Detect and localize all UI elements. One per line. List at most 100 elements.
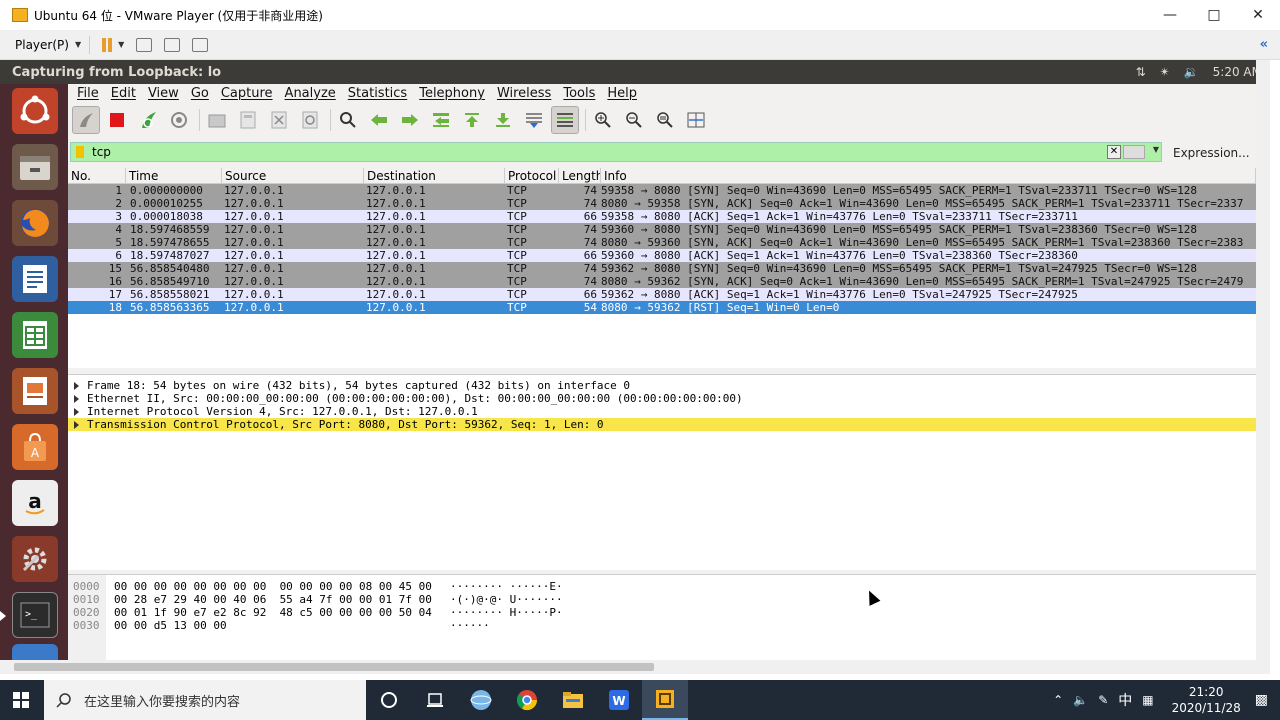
display-filter-bar[interactable]: tcp ✕ ▼ — [70, 142, 1162, 162]
menu-item-edit[interactable]: Edit — [111, 86, 136, 101]
packet-row[interactable]: 6 18.597487027 127.0.0.1 127.0.0.1 TCP 66 5936… — [68, 249, 1256, 262]
resize-columns-icon[interactable] — [682, 106, 710, 134]
menu-item-telephony[interactable]: Telephony — [419, 86, 485, 101]
amazon-icon[interactable]: a — [12, 480, 58, 526]
software-center-icon[interactable]: A — [12, 424, 58, 470]
packet-row[interactable]: 1 0.000000000 127.0.0.1 127.0.0.1 TCP 74 59358… — [68, 184, 1256, 197]
volume-icon[interactable]: 🔈 — [1073, 693, 1088, 707]
chrome-icon[interactable] — [504, 680, 550, 720]
unity-icon[interactable] — [192, 37, 209, 52]
chevron-down-icon[interactable]: ▼ — [1153, 145, 1159, 154]
column-header-destination[interactable]: Destination — [364, 168, 505, 183]
fullscreen-icon[interactable] — [164, 37, 181, 52]
system-settings-icon[interactable] — [12, 536, 58, 582]
packet-row[interactable]: 2 0.000010255 127.0.0.1 127.0.0.1 TCP 74 8080 … — [68, 197, 1256, 210]
pause-icon[interactable] — [102, 37, 113, 52]
horizontal-scrollbar[interactable] — [0, 660, 1270, 674]
menu-item-go[interactable]: Go — [191, 86, 209, 101]
apply-filter-icon[interactable] — [1123, 145, 1145, 159]
normal-size-icon[interactable] — [651, 106, 679, 134]
writer-icon[interactable] — [12, 256, 58, 302]
pen-icon[interactable]: ✎ — [1098, 693, 1108, 707]
player-menu-button[interactable]: Player(P) — [15, 38, 69, 52]
menu-item-file[interactable]: File — [77, 86, 99, 101]
zoom-out-icon[interactable] — [620, 106, 648, 134]
calc-icon[interactable] — [12, 312, 58, 358]
hex-ascii[interactable]: ·(·)@·@· U······· — [450, 593, 563, 606]
taskbar-search[interactable]: 在这里输入你要搜索的内容 — [44, 680, 366, 720]
expand-arrow-icon[interactable] — [74, 394, 79, 403]
start-capture-icon[interactable] — [72, 106, 100, 134]
menu-item-help[interactable]: Help — [607, 86, 637, 101]
column-header-no[interactable]: No. — [68, 168, 126, 183]
restart-capture-icon[interactable] — [134, 106, 162, 134]
last-packet-icon[interactable] — [489, 106, 517, 134]
clear-filter-icon[interactable]: ✕ — [1107, 145, 1121, 159]
detail-tree-item[interactable]: Ethernet II, Src: 00:00:00_00:00:00 (00:… — [68, 392, 1256, 405]
taskbar-clock[interactable]: 21:20 2020/11/28 — [1172, 684, 1241, 716]
vertical-scrollbar[interactable] — [1256, 60, 1270, 660]
ime-indicator[interactable]: 中 — [1118, 690, 1132, 710]
detail-tree-item[interactable]: Transmission Control Protocol, Src Port:… — [68, 418, 1256, 431]
go-back-icon[interactable] — [365, 106, 393, 134]
wireshark-launcher-icon[interactable] — [12, 644, 58, 660]
chevron-down-icon[interactable]: ▼ — [118, 40, 124, 49]
hex-ascii[interactable]: ········ ······E· — [450, 580, 563, 593]
impress-icon[interactable] — [12, 368, 58, 414]
minimize-icon[interactable]: — — [1148, 0, 1192, 30]
windows-start-icon[interactable] — [0, 680, 42, 720]
dash-home-icon[interactable] — [12, 88, 58, 134]
vmware-taskbar-icon[interactable] — [642, 680, 688, 720]
browser-icon[interactable] — [458, 680, 504, 720]
panel-clock[interactable]: 5:20 AM — [1213, 65, 1262, 79]
colorize-icon[interactable] — [551, 106, 579, 134]
packet-row[interactable]: 18 56.858563365 127.0.0.1 127.0.0.1 TCP 54 808… — [68, 301, 1256, 314]
close-file-icon[interactable] — [265, 106, 293, 134]
packet-row[interactable]: 5 18.597478655 127.0.0.1 127.0.0.1 TCP 74 8080… — [68, 236, 1256, 249]
save-file-icon[interactable] — [234, 106, 262, 134]
capture-options-icon[interactable] — [165, 106, 193, 134]
cortana-icon[interactable] — [366, 680, 412, 720]
auto-scroll-icon[interactable] — [520, 106, 548, 134]
packet-row[interactable]: 17 56.858558021 127.0.0.1 127.0.0.1 TCP 66 593… — [68, 288, 1256, 301]
column-header-info[interactable]: Info — [601, 168, 1256, 183]
file-explorer-icon[interactable] — [550, 680, 596, 720]
hex-bytes[interactable]: 00 28 e7 29 40 00 40 06 55 a4 7f 00 00 0… — [114, 593, 432, 606]
column-header-source[interactable]: Source — [222, 168, 364, 183]
wps-icon[interactable]: W — [596, 680, 642, 720]
bluetooth-icon[interactable]: ✴ — [1160, 65, 1170, 79]
chevron-down-icon[interactable]: ▼ — [75, 40, 81, 49]
find-packet-icon[interactable] — [334, 106, 362, 134]
menu-item-analyze[interactable]: Analyze — [285, 86, 336, 101]
column-header-protocol[interactable]: Protocol — [505, 168, 559, 183]
stop-capture-icon[interactable] — [103, 106, 131, 134]
packet-row[interactable]: 4 18.597468559 127.0.0.1 127.0.0.1 TCP 74 5936… — [68, 223, 1256, 236]
menu-item-view[interactable]: View — [148, 86, 179, 101]
send-ctrl-alt-del-icon[interactable] — [136, 37, 153, 52]
close-icon[interactable]: ✕ — [1236, 0, 1280, 30]
packet-row[interactable]: 16 56.858549710 127.0.0.1 127.0.0.1 TCP 74 808… — [68, 275, 1256, 288]
volume-icon[interactable]: 🔉 — [1184, 65, 1199, 79]
notification-icon[interactable]: ▩ — [1255, 692, 1268, 708]
hex-bytes[interactable]: 00 00 00 00 00 00 00 00 00 00 00 00 08 0… — [114, 580, 432, 593]
menu-item-wireless[interactable]: Wireless — [497, 86, 551, 101]
packet-row[interactable]: 3 0.000018038 127.0.0.1 127.0.0.1 TCP 66 59358… — [68, 210, 1256, 223]
detail-tree-item[interactable]: Frame 18: 54 bytes on wire (432 bits), 5… — [68, 379, 1256, 392]
search-placeholder[interactable]: 在这里输入你要搜索的内容 — [84, 691, 240, 710]
menu-item-statistics[interactable]: Statistics — [348, 86, 407, 101]
maximize-icon[interactable]: □ — [1192, 0, 1236, 30]
bookmark-icon[interactable] — [76, 146, 84, 158]
expression-button[interactable]: Expression... — [1173, 146, 1250, 160]
reload-icon[interactable] — [296, 106, 324, 134]
display-filter-input[interactable]: tcp — [92, 145, 111, 159]
keyboard-icon[interactable]: ▦ — [1142, 693, 1153, 707]
column-header-time[interactable]: Time — [126, 168, 222, 183]
menu-item-capture[interactable]: Capture — [221, 86, 273, 101]
open-file-icon[interactable] — [203, 106, 231, 134]
menu-item-tools[interactable]: Tools — [563, 86, 595, 101]
chevron-up-icon[interactable]: ⌃ — [1053, 693, 1063, 707]
files-icon[interactable] — [12, 144, 58, 190]
terminal-icon[interactable]: >_ — [12, 592, 58, 638]
expand-arrow-icon[interactable] — [74, 420, 79, 429]
collapse-toolbar-icon[interactable]: « — [1260, 37, 1268, 52]
